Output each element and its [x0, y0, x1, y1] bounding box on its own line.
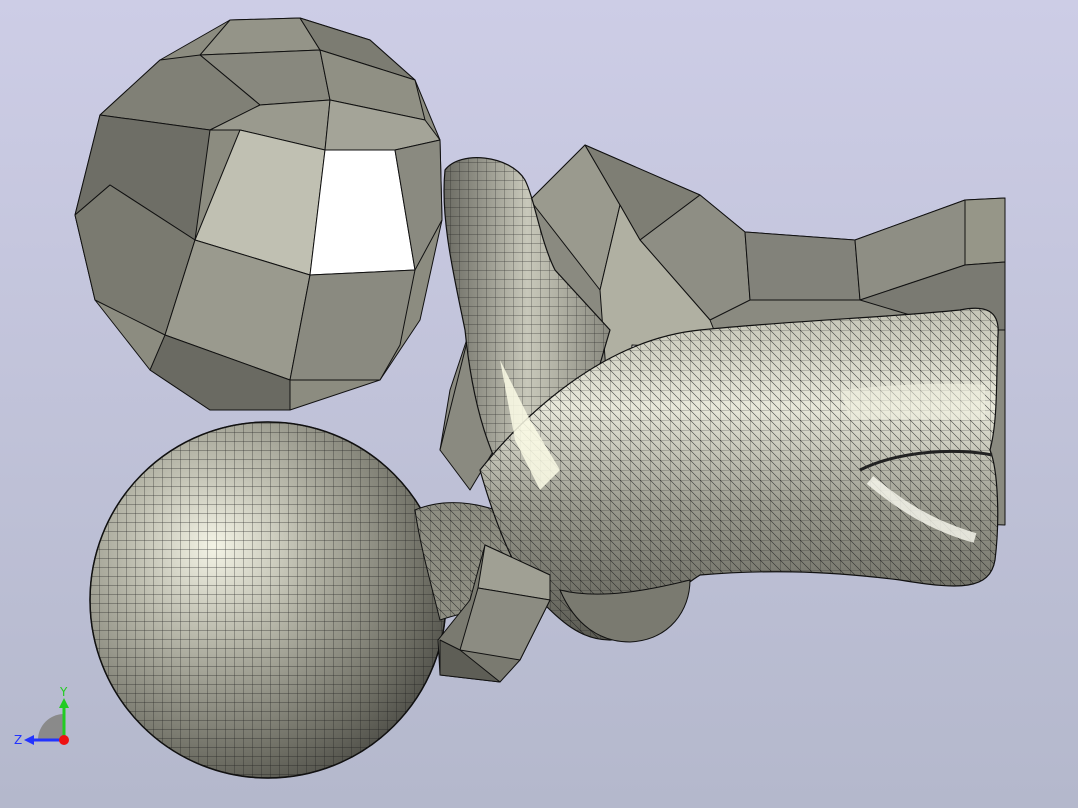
- triad-quadrant: [38, 714, 64, 740]
- x-axis-dot: [59, 735, 69, 745]
- smooth-sphere[interactable]: [80, 410, 460, 790]
- orientation-triad: Y Z: [14, 685, 69, 747]
- 3d-viewport[interactable]: Y Z: [0, 0, 1078, 808]
- coarse-sphere[interactable]: [74, 17, 443, 411]
- y-axis-arrow: [59, 698, 69, 708]
- y-axis-label: Y: [59, 685, 68, 699]
- mesh-scene[interactable]: [0, 0, 1078, 808]
- z-axis-arrow: [24, 735, 34, 745]
- z-axis-label: Z: [14, 733, 22, 747]
